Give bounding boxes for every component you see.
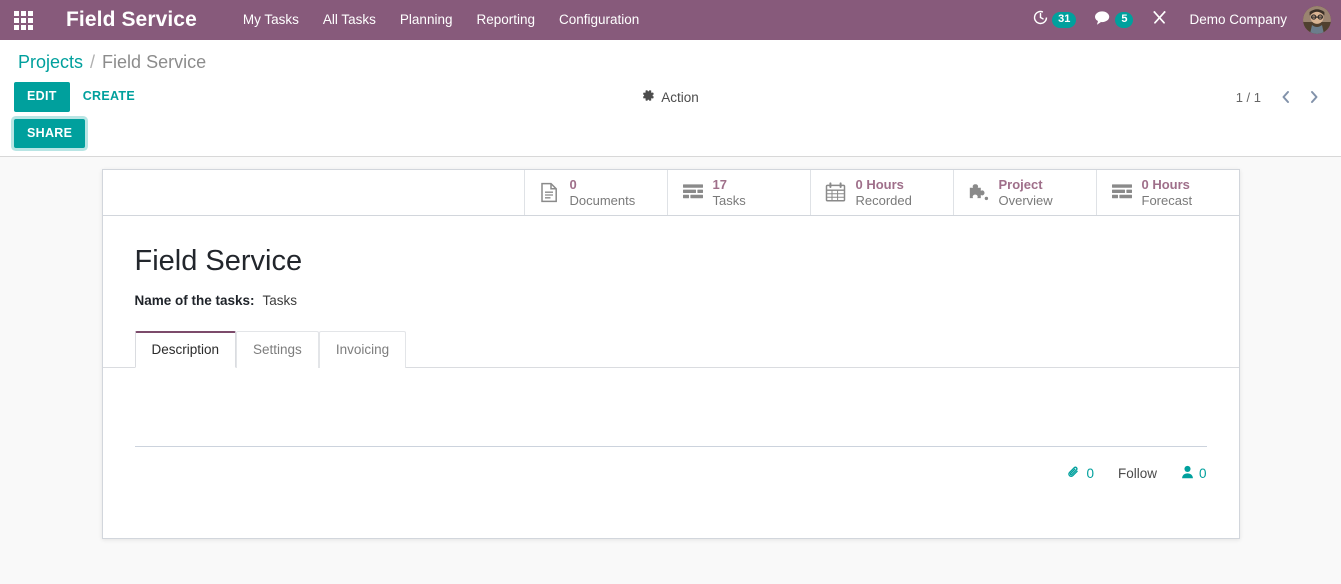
- stat-value-project-overview: Project: [998, 177, 1043, 193]
- document-icon: [539, 182, 561, 203]
- pager-previous-button[interactable]: [1273, 84, 1299, 110]
- stat-label-hours-recorded: Recorded: [855, 192, 912, 208]
- tab-invoicing[interactable]: Invoicing: [318, 331, 407, 368]
- apps-grid-icon: [13, 10, 33, 30]
- breadcrumb-parent-projects[interactable]: Projects: [18, 52, 83, 73]
- chatter-topbar: 0 Follow 0: [134, 445, 1207, 508]
- control-panel: Projects / Field Service EDIT CREATE Act…: [0, 40, 1341, 158]
- field-label: Name of the tasks:: [134, 293, 255, 309]
- menu-item-all-tasks[interactable]: All Tasks: [311, 0, 388, 40]
- control-panel-buttons: EDIT CREATE Action 1 / 1: [0, 75, 1341, 113]
- calendar-icon: [825, 182, 847, 203]
- stat-value-tasks: 17: [712, 177, 727, 193]
- debug-menu[interactable]: [1142, 0, 1177, 40]
- stat-text: 0 Documents: [570, 177, 636, 208]
- notebook-tabs: Description Settings Invoicing: [102, 330, 1239, 368]
- stat-label-tasks: Tasks: [712, 192, 746, 208]
- followers-button[interactable]: 0: [1181, 465, 1207, 482]
- stat-button-documents[interactable]: 0 Documents: [523, 170, 667, 216]
- breadcrumb: Projects / Field Service: [0, 40, 1341, 75]
- field-value[interactable]: Tasks: [263, 293, 298, 308]
- puzzle-piece-icon: [968, 183, 990, 203]
- field-name-of-the-tasks: Name of the tasks: Tasks: [135, 293, 1207, 308]
- apps-menu-toggle[interactable]: [0, 0, 46, 40]
- sheet-body: Field Service Name of the tasks: Tasks D…: [102, 216, 1239, 446]
- action-menu-label: Action: [661, 89, 699, 105]
- systray: 31 5 Demo Company: [1023, 0, 1341, 40]
- secondary-buttons-row: SHARE: [0, 113, 1341, 156]
- activities-count-badge: 31: [1052, 11, 1077, 29]
- top-navbar: Field Service My Tasks All Tasks Plannin…: [0, 0, 1341, 40]
- pager: 1 / 1: [1236, 84, 1327, 110]
- tab-description[interactable]: Description: [134, 331, 237, 368]
- stat-text: Project Overview: [999, 177, 1053, 208]
- stat-value-hours-forecast: 0 Hours: [1141, 177, 1190, 193]
- record-title: Field Service: [134, 245, 303, 278]
- sheet-wrapper: 0 Documents 17 Tasks 0 Hours Recorded Pr…: [101, 169, 1240, 540]
- paperclip-icon: [1067, 465, 1081, 482]
- user-icon: [1181, 465, 1194, 482]
- form-view-content: 0 Documents 17 Tasks 0 Hours Recorded Pr…: [0, 157, 1341, 574]
- messages-count-badge: 5: [1115, 11, 1134, 29]
- stat-button-tasks[interactable]: 17 Tasks: [666, 170, 810, 216]
- attachments-count: 0: [1086, 465, 1094, 481]
- clock-icon: [1032, 9, 1049, 31]
- stat-value-hours-recorded: 0 Hours: [855, 177, 904, 193]
- stat-button-project-overview[interactable]: Project Overview: [952, 170, 1096, 216]
- menu-item-my-tasks[interactable]: My Tasks: [231, 0, 311, 40]
- follow-button[interactable]: Follow: [1114, 466, 1161, 481]
- stat-value-documents: 0: [569, 177, 577, 193]
- stat-label-hours-forecast: Forecast: [1141, 192, 1193, 208]
- share-button[interactable]: SHARE: [14, 119, 86, 149]
- menu-item-planning[interactable]: Planning: [388, 0, 465, 40]
- gear-icon: [642, 89, 655, 105]
- activities-menu[interactable]: 31: [1023, 0, 1085, 40]
- messaging-menu[interactable]: 5: [1085, 0, 1142, 40]
- stat-button-hours-forecast[interactable]: 0 Hours Forecast: [1095, 170, 1239, 216]
- breadcrumb-current: Field Service: [102, 52, 207, 72]
- tab-panel-description[interactable]: [135, 368, 1207, 446]
- tools-icon: [1151, 9, 1168, 31]
- create-button[interactable]: CREATE: [70, 82, 148, 111]
- pager-value: 1 / 1: [1235, 89, 1261, 105]
- menu-item-reporting[interactable]: Reporting: [464, 0, 547, 40]
- record-sheet: 0 Documents 17 Tasks 0 Hours Recorded Pr…: [101, 169, 1240, 540]
- user-avatar[interactable]: [1303, 6, 1331, 34]
- forecast-list-icon: [1111, 183, 1133, 202]
- app-brand-title[interactable]: Field Service: [66, 8, 197, 32]
- stat-text: 17 Tasks: [713, 177, 746, 208]
- action-menu-container: Action: [0, 85, 1341, 109]
- tab-settings[interactable]: Settings: [236, 331, 319, 368]
- stat-text: 0 Hours Forecast: [1142, 177, 1193, 208]
- menu-item-configuration[interactable]: Configuration: [547, 0, 651, 40]
- company-switcher[interactable]: Demo Company: [1177, 0, 1299, 40]
- edit-button[interactable]: EDIT: [14, 82, 70, 112]
- followers-count: 0: [1198, 465, 1207, 481]
- stat-label-project-overview: Overview: [998, 192, 1053, 208]
- attachments-button[interactable]: 0: [1067, 465, 1094, 482]
- stat-label-documents: Documents: [569, 192, 636, 208]
- stat-text: 0 Hours Recorded: [856, 177, 912, 208]
- chat-bubble-icon: [1094, 10, 1112, 31]
- main-menu: My Tasks All Tasks Planning Reporting Co…: [231, 0, 651, 40]
- pager-next-button[interactable]: [1301, 84, 1327, 110]
- stat-button-hours-recorded[interactable]: 0 Hours Recorded: [809, 170, 953, 216]
- breadcrumb-separator: /: [90, 52, 96, 72]
- action-menu-button[interactable]: Action: [636, 85, 705, 109]
- tasks-list-icon: [682, 183, 704, 202]
- stat-button-box: 0 Documents 17 Tasks 0 Hours Recorded Pr…: [102, 170, 1239, 217]
